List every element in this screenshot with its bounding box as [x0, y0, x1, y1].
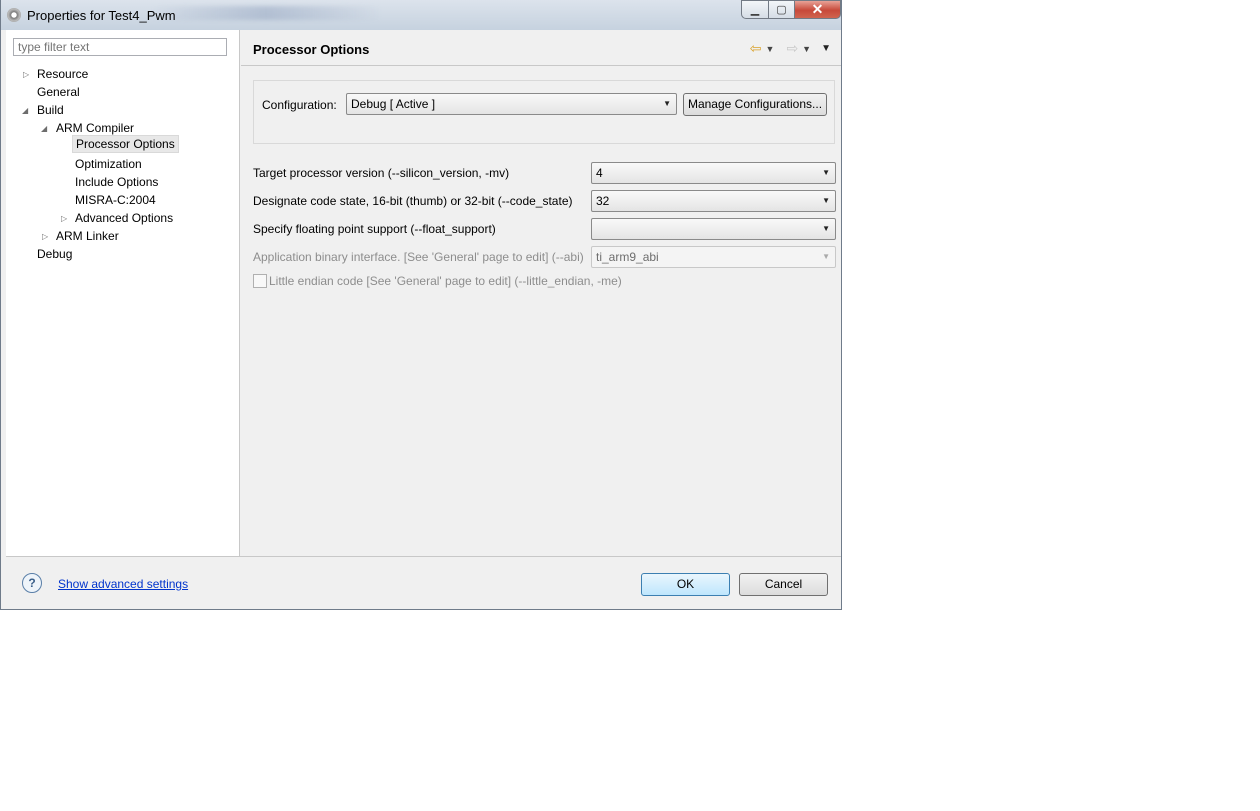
little-endian-checkbox [253, 274, 267, 288]
content-pane: Processor Options ⇦ ▼ ⇨ ▼ ▼ Configuratio… [241, 30, 841, 556]
expand-arm-linker-icon[interactable]: ▷ [42, 232, 48, 241]
header-divider [241, 65, 841, 66]
code-state-label: Designate code state, 16-bit (thumb) or … [253, 194, 573, 208]
abi-value: ti_arm9_abi [596, 250, 659, 264]
abi-label: Application binary interface. [See 'Gene… [253, 250, 584, 264]
code-state-select[interactable]: 32 ▼ [591, 190, 836, 212]
chevron-down-icon: ▼ [822, 224, 830, 233]
manage-configurations-button[interactable]: Manage Configurations... [683, 93, 827, 116]
tree-item-arm-linker[interactable]: ARM Linker [56, 227, 119, 245]
properties-dialog: Properties for Test4_Pwm ▁ ▢ ✕ ▷ Resourc… [0, 0, 842, 610]
window-title: Properties for Test4_Pwm [27, 8, 176, 23]
collapse-arm-compiler-icon[interactable]: ◢ [41, 124, 47, 133]
cancel-button[interactable]: Cancel [739, 573, 828, 596]
tree-item-debug[interactable]: Debug [37, 245, 72, 263]
minimize-button[interactable]: ▁ [741, 0, 768, 19]
configuration-group: Configuration: Debug [ Active ] ▼ Manage… [253, 80, 835, 144]
view-menu-icon[interactable]: ▼ [821, 43, 831, 54]
page-navigation: ⇦ ▼ ⇨ ▼ ▼ [750, 40, 831, 57]
chevron-down-icon: ▼ [822, 252, 830, 261]
code-state-value: 32 [596, 194, 610, 208]
tree-item-general[interactable]: General [37, 83, 80, 101]
show-advanced-settings-link[interactable]: Show advanced settings [58, 577, 188, 591]
abi-select: ti_arm9_abi ▼ [591, 246, 836, 268]
forward-arrow-icon[interactable]: ⇨ [786, 40, 798, 57]
chevron-down-icon: ▼ [822, 196, 830, 205]
tree-item-build[interactable]: Build [37, 101, 64, 119]
silicon-version-select[interactable]: 4 ▼ [591, 162, 836, 184]
configuration-value: Debug [ Active ] [351, 97, 436, 111]
tree-item-include-options[interactable]: Include Options [75, 173, 158, 191]
close-icon: ✕ [811, 1, 824, 17]
maximize-button[interactable]: ▢ [768, 0, 794, 19]
ok-button[interactable]: OK [641, 573, 730, 596]
minimize-icon: ▁ [750, 4, 760, 16]
background-blur [151, 6, 381, 20]
tree-item-advanced-options[interactable]: Advanced Options [75, 209, 173, 227]
configuration-select[interactable]: Debug [ Active ] ▼ [346, 93, 677, 115]
tree-item-optimization[interactable]: Optimization [75, 155, 142, 173]
back-history-chevron-down-icon[interactable]: ▼ [766, 44, 775, 54]
expand-advanced-options-icon[interactable]: ▷ [61, 214, 67, 223]
chevron-down-icon: ▼ [822, 168, 830, 177]
float-support-label: Specify floating point support (--float_… [253, 222, 496, 236]
tree-item-misra[interactable]: MISRA-C:2004 [75, 191, 156, 209]
silicon-version-label: Target processor version (--silicon_vers… [253, 166, 510, 180]
title-bar[interactable]: Properties for Test4_Pwm ▁ ▢ ✕ [1, 0, 841, 30]
app-icon [7, 8, 21, 22]
expand-resource-icon[interactable]: ▷ [23, 70, 29, 79]
forward-history-chevron-down-icon[interactable]: ▼ [802, 44, 811, 54]
maximize-icon: ▢ [776, 4, 787, 16]
back-arrow-icon[interactable]: ⇦ [750, 40, 762, 57]
dialog-footer: ? Show advanced settings OK Cancel [6, 556, 841, 609]
help-icon[interactable]: ? [22, 573, 42, 593]
tree-item-resource[interactable]: Resource [37, 65, 88, 83]
close-button[interactable]: ✕ [794, 0, 841, 19]
page-title: Processor Options [253, 42, 370, 57]
navigation-pane: ▷ Resource General ◢ Build ◢ ARM Compile… [6, 30, 240, 556]
tree-item-processor-options[interactable]: Processor Options [72, 135, 179, 153]
little-endian-label: Little endian code [See 'General' page t… [269, 274, 622, 288]
float-support-select[interactable]: ▼ [591, 218, 836, 240]
collapse-build-icon[interactable]: ◢ [22, 106, 28, 115]
filter-input[interactable] [13, 38, 227, 56]
window-controls: ▁ ▢ ✕ [741, 0, 841, 20]
configuration-label: Configuration: [262, 98, 337, 112]
silicon-version-value: 4 [596, 166, 603, 180]
chevron-down-icon: ▼ [663, 99, 671, 108]
